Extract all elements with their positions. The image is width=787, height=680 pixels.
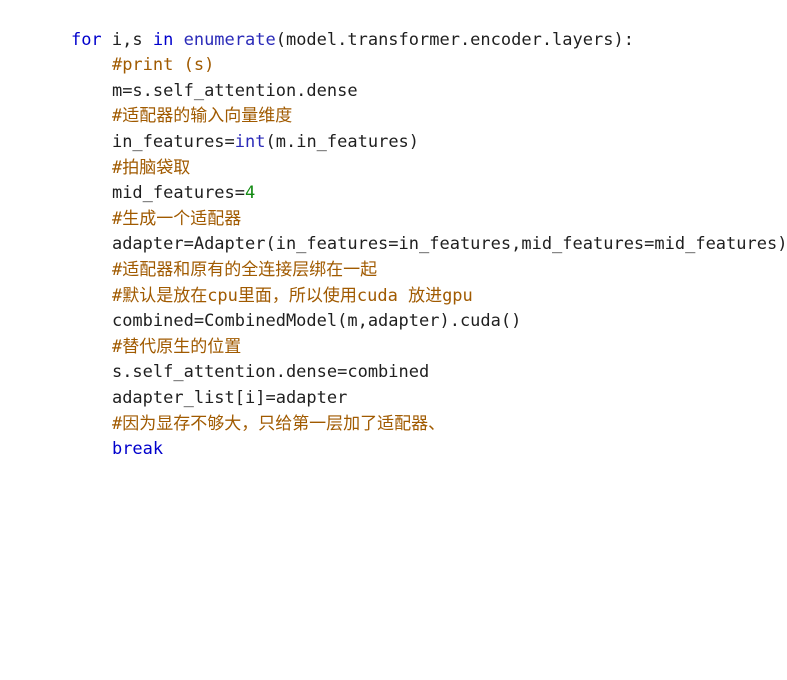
code-line-adapter-init: adapter=Adapter(in_features=in_features,… bbox=[71, 207, 787, 254]
code-line-comment-guess: #拍脑袋取 bbox=[71, 130, 190, 178]
code-token: (model.transformer.encoder.layers): bbox=[275, 29, 634, 50]
code-line-assign-dense: s.self_attention.dense=combined bbox=[71, 335, 429, 382]
keyword-break: break bbox=[111, 439, 164, 460]
number-literal: 4 bbox=[245, 183, 256, 204]
code-line-break: break bbox=[71, 412, 163, 459]
code-token: (m.in_features) bbox=[265, 131, 420, 152]
code-line-for-loop: for i,s in enumerate(model.transformer.e… bbox=[30, 2, 634, 50]
code-line-comment-create-adapter: #生成一个适配器 bbox=[71, 181, 241, 229]
code-line-comment-cuda: #默认是放在cpu里面，所以使用cuda 放进gpu bbox=[71, 258, 473, 306]
code-line-mid-features: mid_features=4 bbox=[71, 156, 255, 203]
code-line-comment-memory: #因为显存不够大，只给第一层加了适配器、 bbox=[71, 386, 445, 434]
code-line-combined: combined=CombinedModel(m,adapter).cuda() bbox=[71, 284, 521, 331]
code-line-in-features: in_features=int(m.in_features) bbox=[71, 104, 419, 152]
builtin-int: int bbox=[234, 131, 266, 152]
code-line-comment-input-dim: #适配器的输入向量维度 bbox=[71, 79, 292, 126]
code-editor[interactable]: for i,s in enumerate(model.transformer.e… bbox=[0, 0, 787, 460]
code-line-assign-m: m=s.self_attention.dense bbox=[71, 53, 358, 101]
code-line-comment-bind: #适配器和原有的全连接层绑在一起 bbox=[71, 232, 377, 280]
code-line-comment-replace: #替代原生的位置 bbox=[71, 309, 241, 357]
code-line-comment-print: #print (s) bbox=[71, 28, 214, 75]
code-line-adapter-list: adapter_list[i]=adapter bbox=[71, 360, 347, 408]
